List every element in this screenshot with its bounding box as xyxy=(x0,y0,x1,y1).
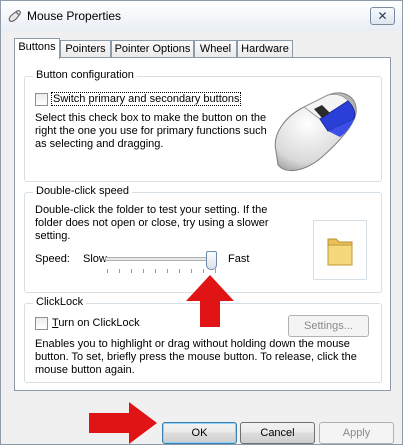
tab-pointer-options[interactable]: Pointer Options xyxy=(111,40,194,58)
double-click-speed-title: Double-click speed xyxy=(33,185,132,197)
slider-thumb[interactable] xyxy=(206,251,217,270)
window-title: Mouse Properties xyxy=(27,9,122,23)
cancel-button[interactable]: Cancel xyxy=(240,422,315,444)
slider-tick xyxy=(167,269,168,273)
mouse-properties-window: Mouse Properties ✕ Buttons Pointers Poin… xyxy=(0,0,403,445)
slider-tick xyxy=(131,269,132,273)
buttons-tab-panel: Button configuration Switch primary and … xyxy=(14,57,391,391)
mouse-illustration xyxy=(274,92,357,172)
double-click-description: Double-click the folder to test your set… xyxy=(35,204,269,242)
slider-tick xyxy=(143,269,144,273)
slider-tick xyxy=(119,269,120,273)
tab-wheel[interactable]: Wheel xyxy=(194,40,237,58)
clicklock-description: Enables you to highlight or drag without… xyxy=(35,338,357,376)
up-arrow-annotation xyxy=(186,275,234,327)
mouse-icon xyxy=(8,10,21,22)
apply-button[interactable]: Apply xyxy=(319,422,394,444)
turn-on-clicklock-checkbox[interactable] xyxy=(35,317,48,330)
test-folder[interactable] xyxy=(313,220,367,280)
fast-label: Fast xyxy=(228,253,250,265)
speed-label: Speed: xyxy=(35,253,70,265)
slider-tick xyxy=(179,269,180,273)
title-bar: Mouse Properties ✕ xyxy=(1,1,402,31)
right-arrow-annotation xyxy=(89,402,157,444)
slider-tick xyxy=(155,269,156,273)
tab-buttons[interactable]: Buttons xyxy=(14,38,60,59)
folder-icon xyxy=(327,238,353,266)
double-click-speed-slider[interactable] xyxy=(105,257,217,261)
switch-buttons-label[interactable]: Switch primary and secondary buttons xyxy=(50,92,242,106)
clicklock-settings-button[interactable]: Settings... xyxy=(288,315,369,337)
slider-tick xyxy=(107,269,108,273)
button-configuration-description: Select this check box to make the button… xyxy=(35,112,267,150)
close-icon: ✕ xyxy=(377,9,388,23)
switch-buttons-checkbox[interactable] xyxy=(35,93,48,106)
close-button[interactable]: ✕ xyxy=(370,7,395,25)
tab-pointers[interactable]: Pointers xyxy=(60,40,111,58)
slow-label: Slow xyxy=(83,253,107,265)
tab-hardware[interactable]: Hardware xyxy=(237,40,293,58)
ok-button[interactable]: OK xyxy=(162,422,237,444)
clicklock-title: ClickLock xyxy=(33,296,87,308)
turn-on-clicklock-label[interactable]: Turn on ClickLock xyxy=(52,317,140,329)
button-configuration-title: Button configuration xyxy=(33,69,137,81)
